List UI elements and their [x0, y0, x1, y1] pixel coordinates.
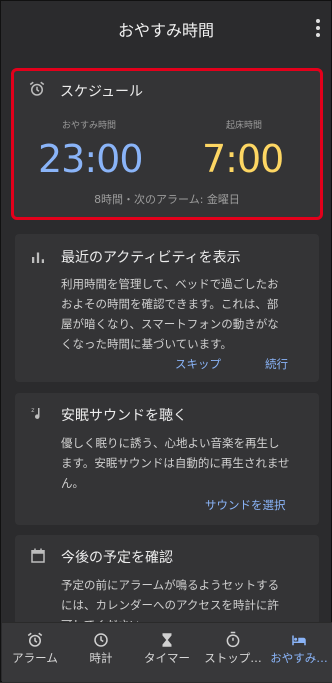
activity-line: およその時間を確認できます。これは、部 [61, 297, 279, 311]
calendar-line: 予定の前にアラームが鳴るようセットする [61, 578, 280, 592]
clock-icon [94, 633, 108, 647]
sound-line: ん。 [61, 476, 84, 490]
bedtime-value[interactable]: 23:00 [38, 137, 144, 181]
schedule-card[interactable]: スケジュール おやすみ時間 起床時間 23:00 7:00 8時間・次のアラーム… [11, 68, 323, 220]
bottom-navigation: アラーム 時計 タイマー ストップ… おやすみ… [2, 622, 332, 682]
alarm-icon [29, 81, 45, 96]
stopwatch-icon [226, 631, 240, 648]
nav-stopwatch[interactable]: ストップ… [200, 623, 266, 683]
bar-chart-icon [32, 252, 44, 263]
nav-clock[interactable]: 時計 [68, 623, 134, 683]
wake-label: 起床時間 [226, 121, 263, 131]
svg-text:z: z [31, 407, 34, 414]
activity-line: 屋が暗くなり、スマートフォンの動きがな [61, 317, 279, 331]
music-sleep-icon: z [31, 407, 40, 419]
sound-line: ます。安眠サウンドは自動的に再生されませ [61, 456, 290, 470]
skip-button[interactable]: スキップ [175, 356, 221, 372]
activity-card: 最近のアクティビティを表示 利用時間を管理して、ベッドで過ごしたお およその時間… [15, 234, 319, 382]
nav-label: タイマー [144, 651, 190, 665]
activity-body: 利用時間を管理して、ベッドで過ごしたお およその時間を確認できます。これは、部 … [61, 274, 311, 354]
sound-title: 安眠サウンドを聴く [61, 408, 187, 424]
nav-bedtime[interactable]: おやすみ… [266, 623, 332, 683]
schedule-title: スケジュール [60, 84, 144, 100]
wake-time-value[interactable]: 7:00 [202, 137, 284, 181]
calendar-title: 今後の予定を確認 [61, 550, 173, 566]
nav-label: アラーム [12, 651, 58, 665]
more-options-icon[interactable] [315, 19, 321, 39]
sound-body: 優しく眠りに誘う、心地よい音楽を再生し ます。安眠サウンドは自動的に再生されませ… [61, 433, 311, 493]
alarm-icon [27, 632, 43, 647]
calendar-line: には、カレンダーへのアクセスを時計に許 [61, 598, 279, 612]
hourglass-icon [162, 633, 172, 647]
sound-card: z 安眠サウンドを聴く 優しく眠りに誘う、心地よい音楽を再生し ます。安眠サウン… [15, 393, 319, 525]
nav-label: ストップ… [204, 651, 262, 665]
activity-title: 最近のアクティビティを表示 [61, 250, 241, 266]
app-bar: おやすみ時間 [1, 1, 331, 57]
bed-icon [292, 635, 306, 646]
schedule-summary: 8時間・次のアラーム: 金曜日 [94, 193, 240, 206]
continue-button[interactable]: 続行 [265, 356, 288, 372]
screen: おやすみ時間 スケジュール おやすみ時間 起床時間 23:00 7:00 8時間… [0, 0, 332, 682]
calendar-card: 今後の予定を確認 予定の前にアラームが鳴るようセットする には、カレンダーへのア… [15, 535, 319, 632]
select-sound-button[interactable]: サウンドを選択 [205, 497, 286, 513]
nav-label: 時計 [89, 651, 113, 665]
calendar-icon [31, 548, 45, 563]
nav-label: おやすみ… [270, 651, 328, 665]
activity-line: 利用時間を管理して、ベッドで過ごしたお [61, 277, 279, 291]
bedtime-label: おやすみ時間 [62, 121, 117, 131]
nav-timer[interactable]: タイマー [134, 623, 200, 683]
page-title: おやすみ時間 [117, 21, 214, 40]
nav-alarm[interactable]: アラーム [2, 623, 68, 683]
sound-line: 優しく眠りに誘う、心地よい音楽を再生し [61, 436, 280, 450]
activity-line: くなった時間に基づいています。 [61, 337, 233, 351]
